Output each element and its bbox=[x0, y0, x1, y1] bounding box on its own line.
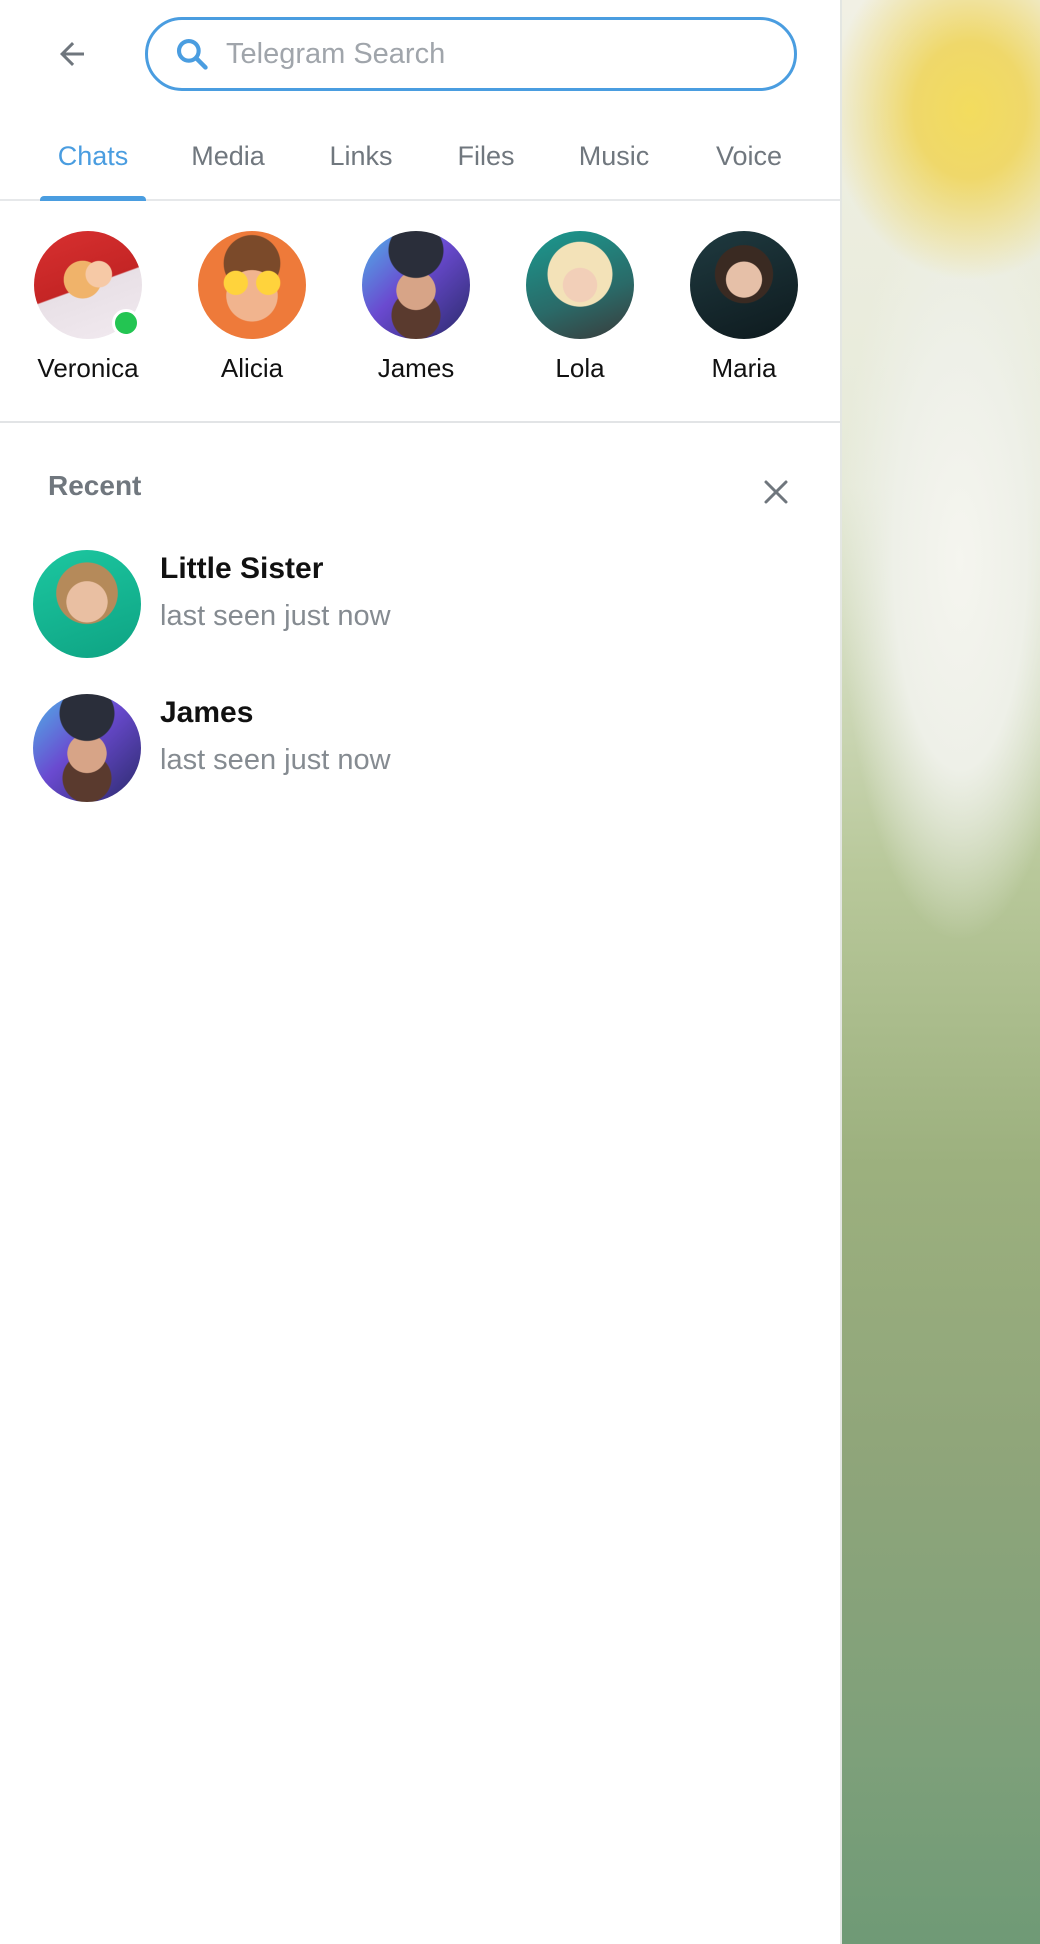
tab-music[interactable]: Music bbox=[566, 126, 662, 199]
close-icon bbox=[761, 477, 791, 512]
tab-chats[interactable]: Chats bbox=[40, 126, 146, 201]
search-screen: Chats Media Links Files Music Voice Vero… bbox=[0, 0, 840, 1944]
arrow-left-icon bbox=[54, 36, 90, 77]
avatar bbox=[33, 694, 141, 802]
search-input[interactable] bbox=[224, 36, 748, 72]
online-status-dot bbox=[112, 309, 140, 337]
clear-recent-button[interactable] bbox=[756, 474, 796, 514]
chat-background-wallpaper bbox=[840, 0, 1040, 1944]
recent-item-status: last seen just now bbox=[160, 600, 391, 632]
avatar bbox=[690, 231, 798, 339]
top-person-james[interactable]: James bbox=[346, 231, 486, 384]
search-field[interactable] bbox=[145, 17, 797, 91]
recent-item-status: last seen just now bbox=[160, 744, 391, 776]
person-name: Maria bbox=[711, 353, 777, 383]
tab-media[interactable]: Media bbox=[180, 126, 276, 199]
top-people-row: Veronica Alicia James Lola Maria bbox=[0, 201, 840, 423]
recent-section-title: Recent bbox=[48, 470, 142, 501]
search-tabs: Chats Media Links Files Music Voice bbox=[0, 126, 840, 201]
search-icon bbox=[172, 34, 212, 74]
top-person-lola[interactable]: Lola bbox=[510, 231, 650, 384]
tab-voice[interactable]: Voice bbox=[702, 126, 796, 199]
search-header bbox=[0, 0, 840, 110]
tab-links[interactable]: Links bbox=[316, 126, 406, 199]
recent-item-james[interactable]: James last seen just now bbox=[0, 684, 840, 824]
recent-item-name: Little Sister bbox=[160, 552, 324, 585]
person-name: James bbox=[377, 353, 455, 383]
person-name: Alicia bbox=[220, 353, 284, 383]
recent-item-little-sister[interactable]: Little Sister last seen just now bbox=[0, 540, 840, 680]
avatar bbox=[362, 231, 470, 339]
top-person-veronica[interactable]: Veronica bbox=[18, 231, 158, 384]
top-person-maria[interactable]: Maria bbox=[674, 231, 814, 384]
person-name: Lola bbox=[555, 353, 605, 383]
avatar bbox=[34, 231, 142, 339]
tab-files[interactable]: Files bbox=[444, 126, 528, 199]
avatar bbox=[526, 231, 634, 339]
back-button[interactable] bbox=[40, 30, 104, 82]
recent-item-name: James bbox=[160, 696, 254, 729]
avatar bbox=[198, 231, 306, 339]
avatar bbox=[33, 550, 141, 658]
top-person-alicia[interactable]: Alicia bbox=[182, 231, 322, 384]
person-name: Veronica bbox=[37, 353, 139, 383]
